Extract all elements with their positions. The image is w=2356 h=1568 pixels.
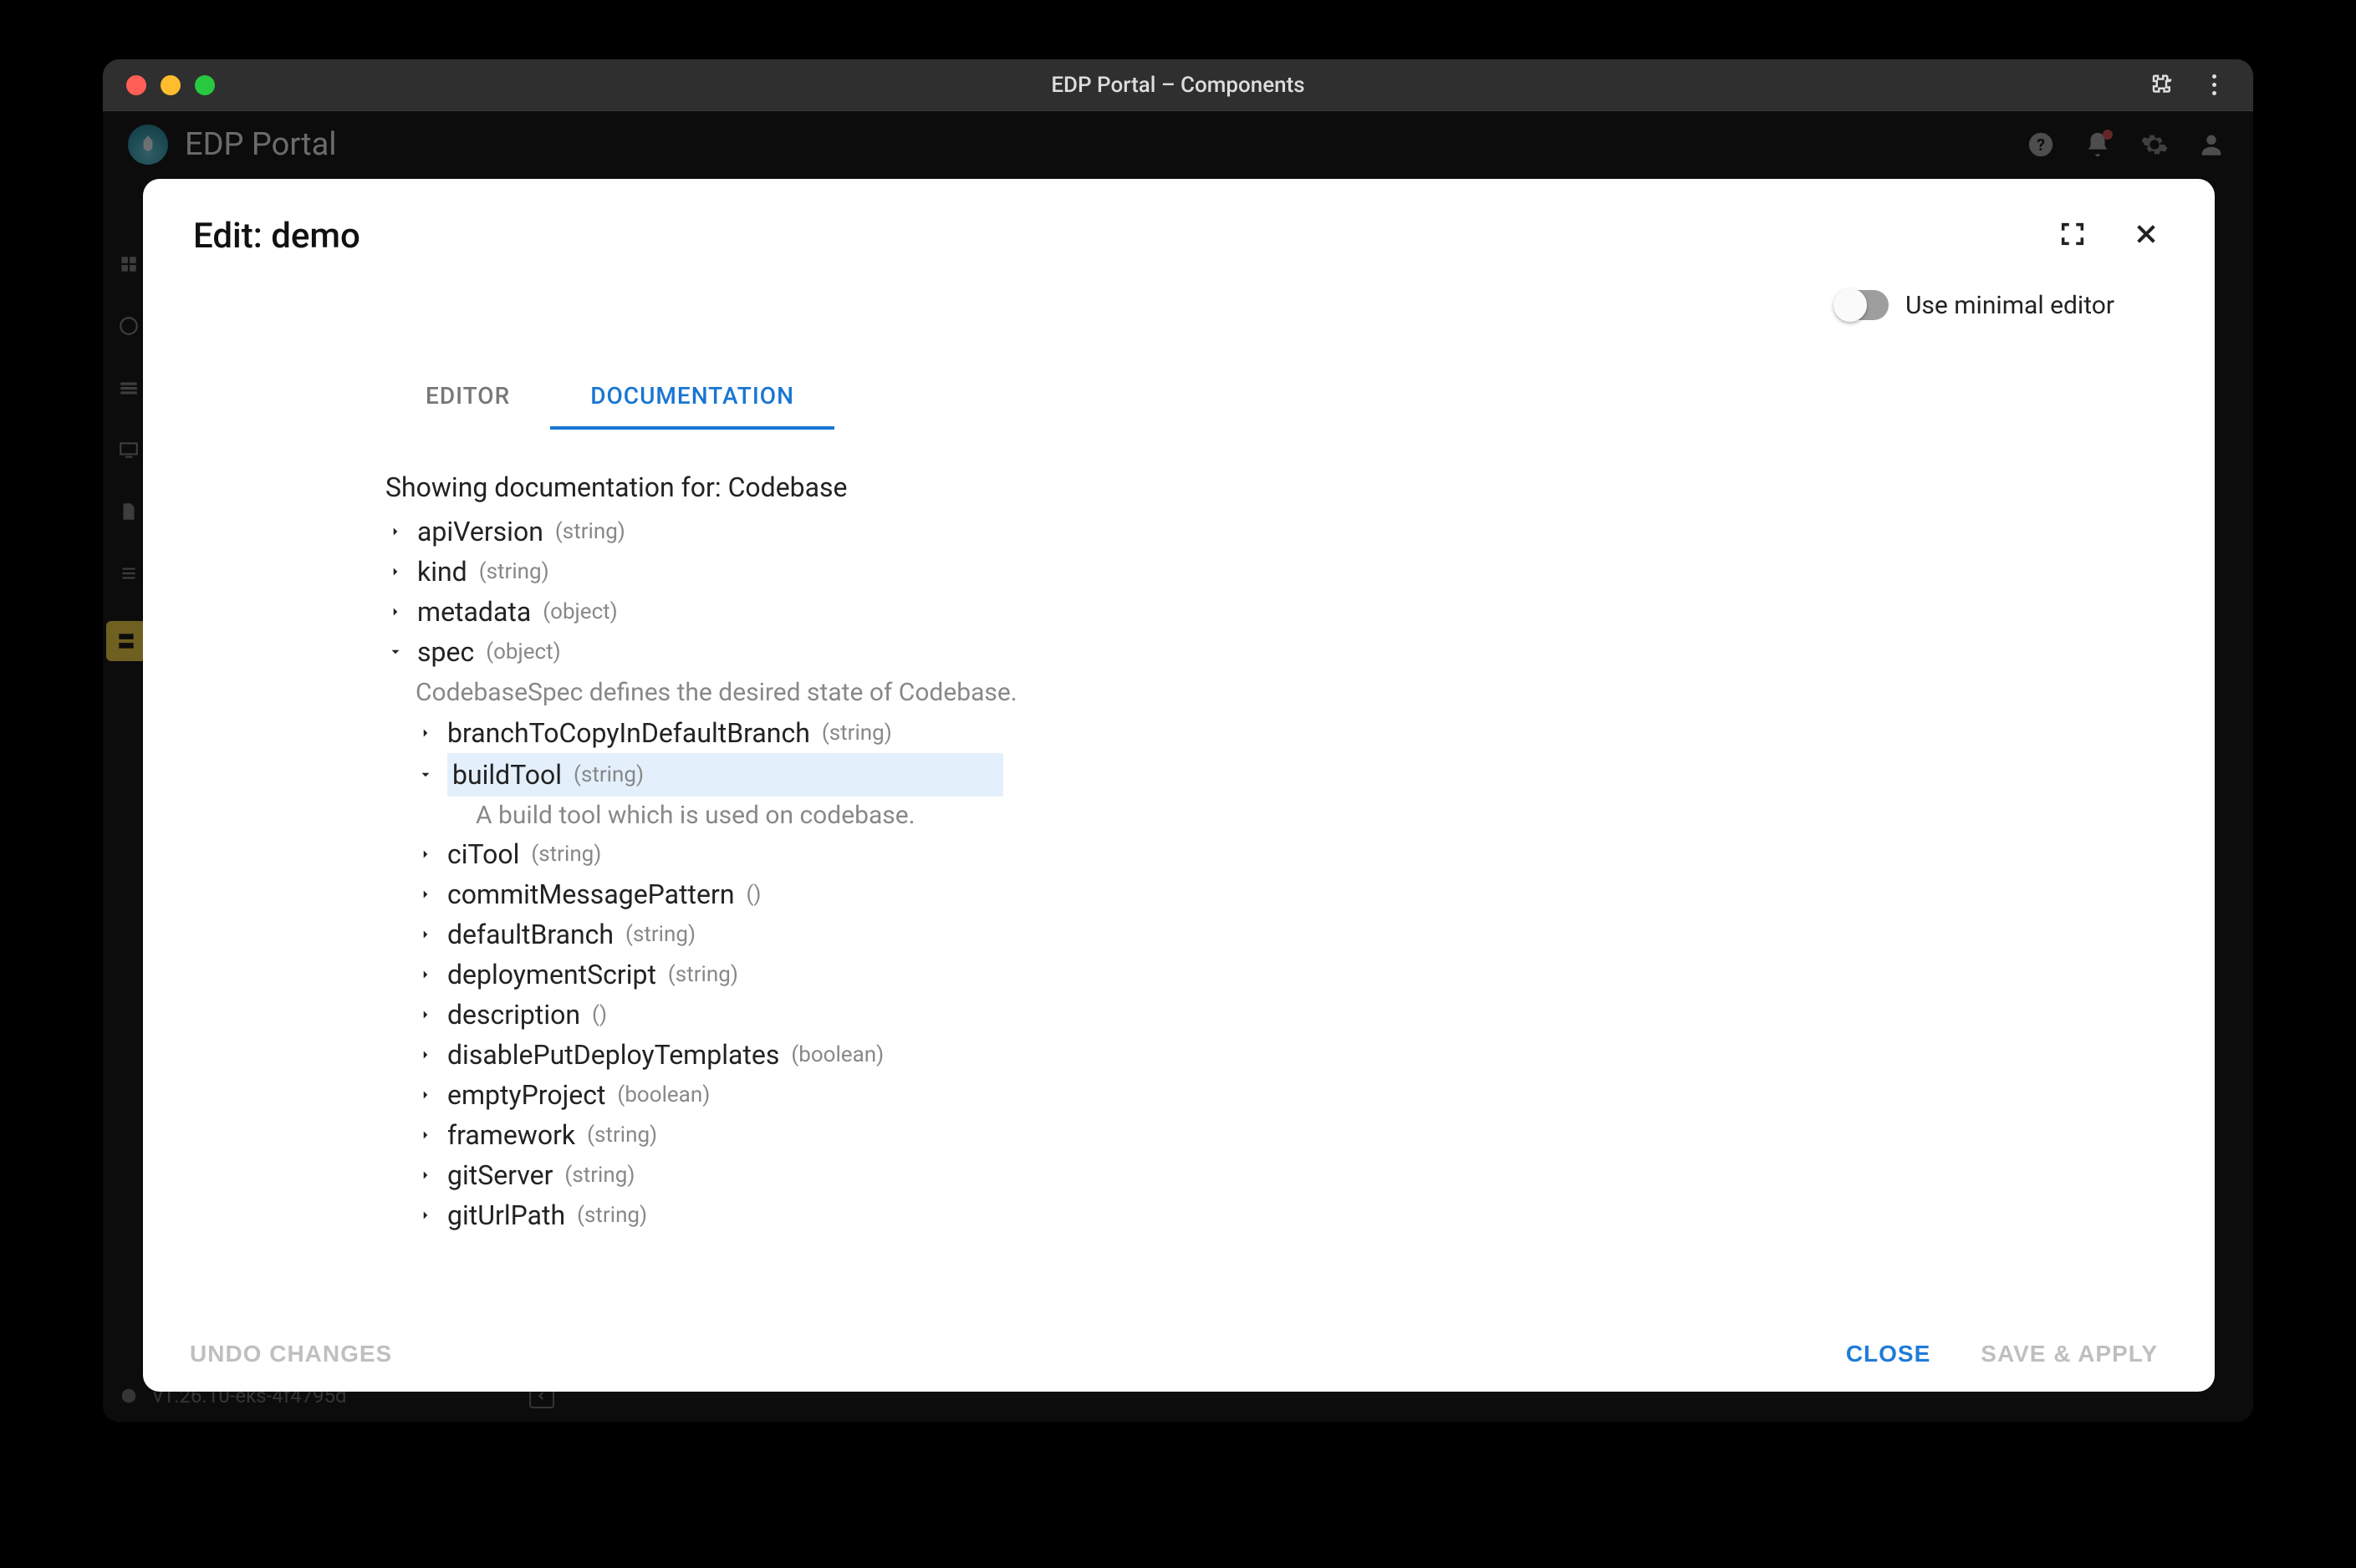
prop-name: defaultBranch [447,914,614,955]
tree-row[interactable]: commitMessagePattern () [385,874,2064,914]
tree-row[interactable]: disablePutDeployTemplates (boolean) [385,1035,2064,1075]
minimal-editor-label: Use minimal editor [1905,291,2114,320]
prop-type: (string) [577,1199,647,1232]
prop-name: buildTool [452,755,562,795]
chevron-right-icon[interactable] [385,564,405,579]
prop-type: (object) [543,596,618,629]
prop-name: metadata [417,592,531,632]
prop-name: branchToCopyInDefaultBranch [447,713,810,753]
prop-name: kind [417,552,467,592]
prop-type: (boolean) [791,1039,884,1072]
documentation-body: Showing documentation for: Codebase apiV… [143,430,2215,1316]
toggle-row: Use minimal editor [143,257,2215,320]
edit-dialog: Edit: demo Use minimal editor Editor Doc… [143,179,2215,1392]
chevron-right-icon[interactable] [416,1087,436,1102]
prop-type: (string) [555,516,625,548]
traffic-light-minimize[interactable] [161,75,181,95]
fullscreen-button[interactable] [2054,216,2091,252]
chevron-right-icon[interactable] [416,1168,436,1183]
chevron-right-icon[interactable] [416,887,436,902]
prop-type: (string) [822,717,892,750]
tree-row[interactable]: description () [385,995,2064,1035]
chevron-right-icon[interactable] [416,725,436,741]
tree-row[interactable]: apiVersion (string) [385,512,2064,552]
prop-type: (string) [479,556,549,588]
prop-type: (string) [574,759,644,792]
titlebar: EDP Portal – Components [103,59,2253,111]
traffic-light-close[interactable] [126,75,146,95]
tab-documentation[interactable]: Documentation [550,362,834,430]
chevron-right-icon[interactable] [385,604,405,619]
tree-description: CodebaseSpec defines the desired state o… [385,674,2064,711]
chevron-right-icon[interactable] [416,1128,436,1143]
prop-name: gitUrlPath [447,1195,565,1235]
browser-menu-icon[interactable] [2201,73,2226,98]
prop-name: emptyProject [447,1075,605,1115]
prop-type: (string) [625,919,696,951]
traffic-light-maximize[interactable] [195,75,215,95]
chevron-right-icon[interactable] [416,1208,436,1223]
tree-row[interactable]: kind (string) [385,552,2064,592]
save-apply-button[interactable]: Save & apply [1964,1327,2175,1381]
prop-name: gitServer [447,1155,553,1195]
dialog-header: Edit: demo [143,179,2215,257]
prop-type: (string) [531,838,601,871]
tree-row[interactable]: gitUrlPath (string) [385,1195,2064,1235]
tree-row[interactable]: metadata (object) [385,592,2064,632]
tree-row-selected[interactable]: buildTool (string) [385,753,2064,797]
tree-row-spec[interactable]: spec (object) [385,632,2064,672]
chevron-right-icon[interactable] [416,967,436,982]
prop-name: commitMessagePattern [447,874,735,914]
extensions-icon[interactable] [2149,73,2175,98]
tree-row[interactable]: framework (string) [385,1115,2064,1155]
chevron-right-icon[interactable] [385,524,405,539]
prop-type: () [747,878,762,911]
prop-type: (string) [668,959,738,991]
tabs: Editor Documentation [143,320,2215,430]
tree-description: A build tool which is used on codebase. [385,797,2064,834]
chevron-right-icon[interactable] [416,1047,436,1062]
tree-row[interactable]: deploymentScript (string) [385,955,2064,995]
chevron-right-icon[interactable] [416,927,436,942]
close-dialog-button[interactable]: Close [1829,1327,1947,1381]
close-button[interactable] [2128,216,2165,252]
minimal-editor-toggle[interactable] [1835,290,1889,320]
prop-type: (boolean) [617,1079,710,1112]
prop-name: framework [447,1115,575,1155]
dialog-footer: Undo changes Close Save & apply [143,1316,2215,1392]
schema-tree: apiVersion (string)kind (string)metadata… [385,512,2064,1235]
tree-row[interactable]: gitServer (string) [385,1155,2064,1195]
tree-row[interactable]: branchToCopyInDefaultBranch (string) [385,713,2064,753]
prop-type: () [592,999,607,1031]
prop-name: ciTool [447,834,519,874]
tree-row[interactable]: ciTool (string) [385,834,2064,874]
prop-type: (string) [564,1159,635,1192]
prop-name: spec [417,632,474,672]
tree-row[interactable]: defaultBranch (string) [385,914,2064,955]
prop-name: description [447,995,580,1035]
undo-changes-button[interactable]: Undo changes [173,1327,409,1381]
window-title: EDP Portal – Components [103,73,2253,98]
chevron-down-icon[interactable] [385,644,405,659]
prop-type: (string) [587,1119,657,1152]
titlebar-right [2149,73,2253,98]
chevron-down-icon[interactable] [416,767,436,782]
prop-name: disablePutDeployTemplates [447,1035,779,1075]
prop-name: apiVersion [417,512,543,552]
traffic-lights [103,75,215,95]
dialog-title: Edit: demo [193,216,360,257]
chevron-right-icon[interactable] [416,847,436,862]
prop-type: (object) [486,636,561,669]
prop-name: deploymentScript [447,955,656,995]
doc-heading: Showing documentation for: Codebase [385,471,2064,503]
tab-editor[interactable]: Editor [385,362,550,430]
tree-row[interactable]: emptyProject (boolean) [385,1075,2064,1115]
chevron-right-icon[interactable] [416,1007,436,1022]
